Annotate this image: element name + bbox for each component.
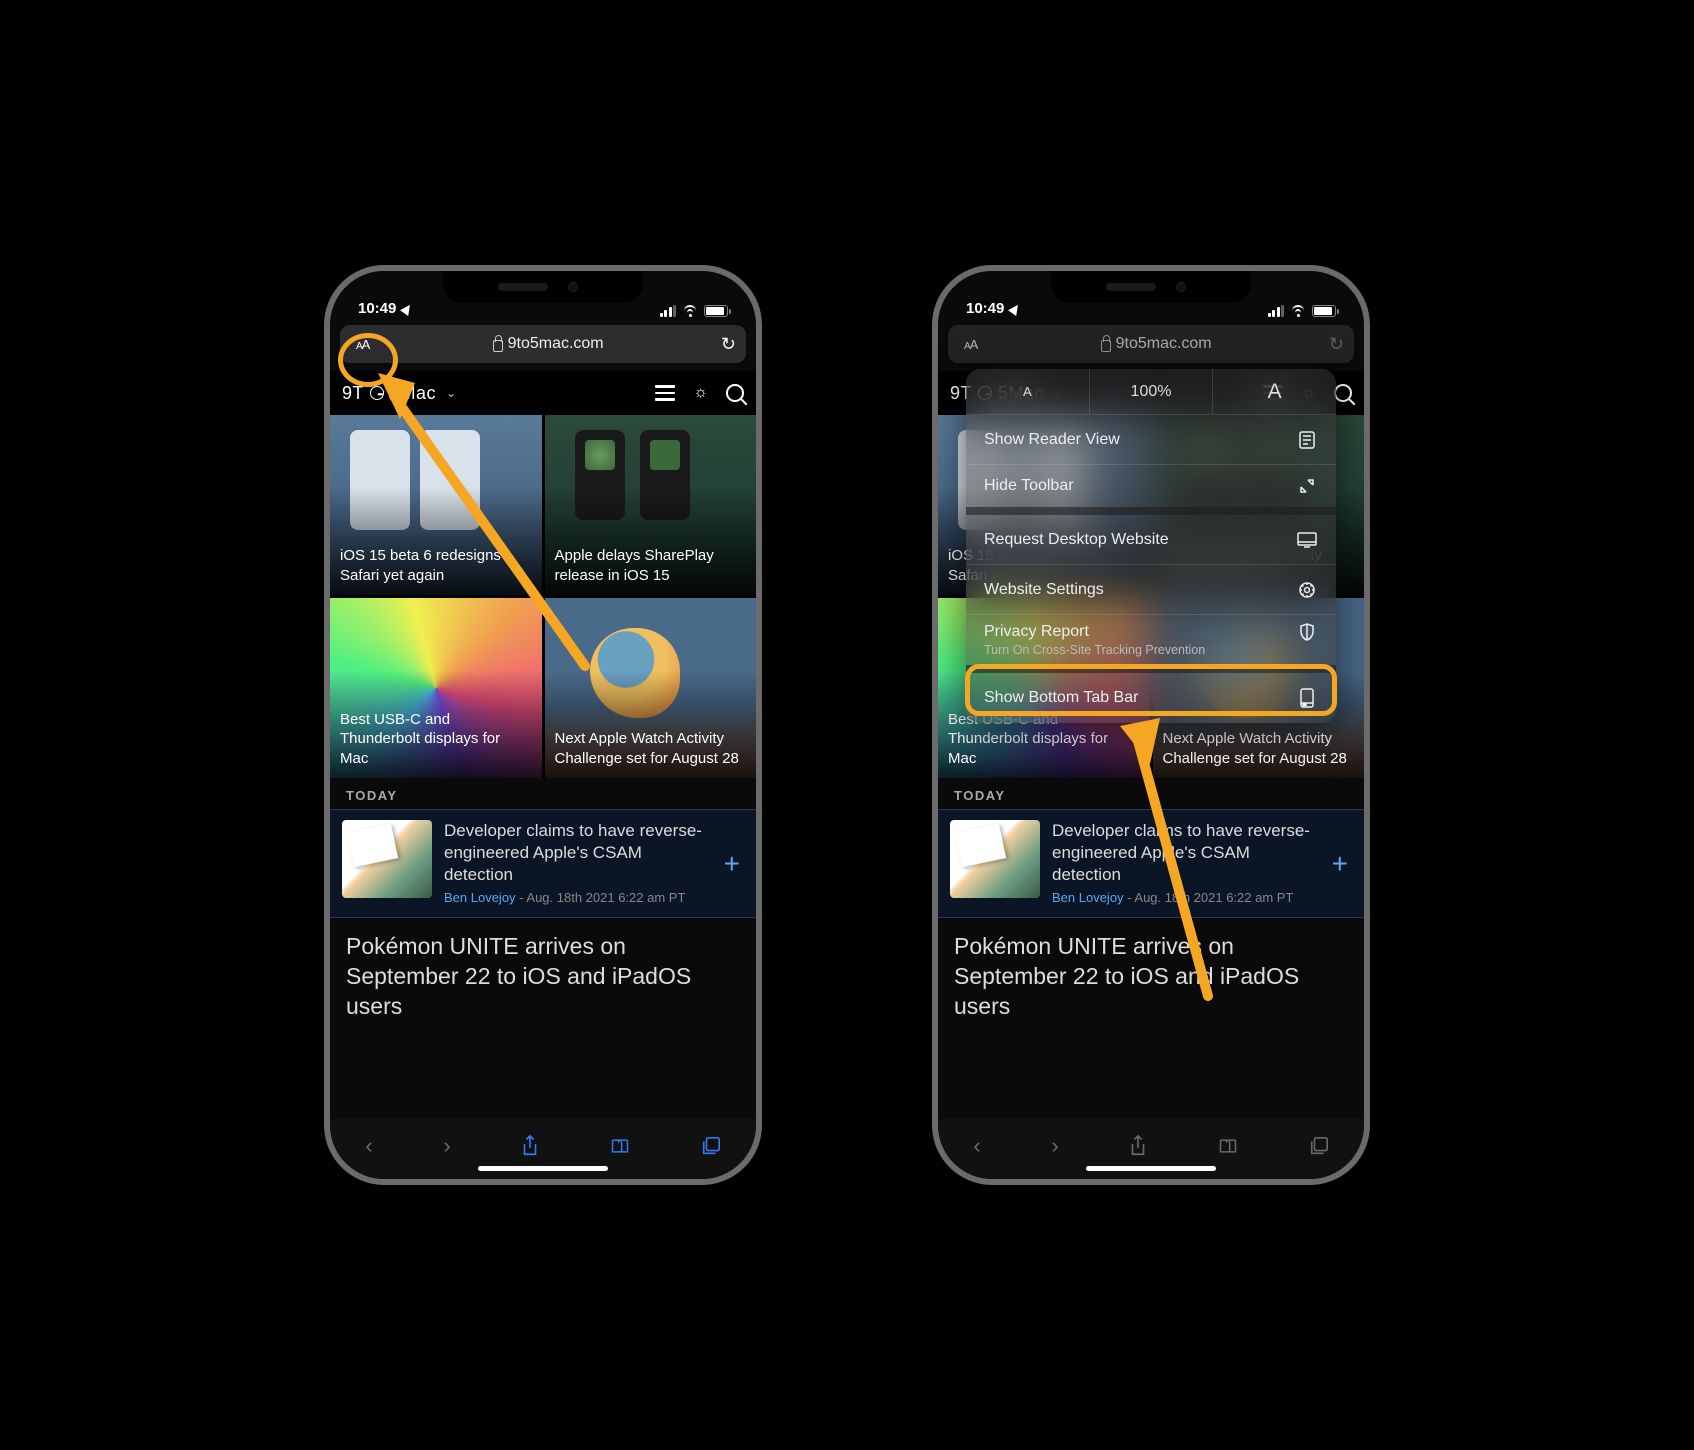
location-icon [1008, 302, 1022, 316]
tabs-icon[interactable] [701, 1136, 721, 1156]
share-icon[interactable] [521, 1135, 539, 1157]
hide-toolbar-row[interactable]: Hide Toolbar [966, 465, 1336, 515]
website-settings-row[interactable]: Website Settings [966, 565, 1336, 615]
cellular-icon [1268, 305, 1285, 317]
menu-icon[interactable] [655, 385, 675, 401]
bookmarks-icon[interactable] [1218, 1136, 1238, 1156]
status-time: 10:49 [966, 300, 1004, 317]
author-link[interactable]: Ben Lovejoy [444, 890, 516, 905]
chevron-down-icon: ⌄ [446, 386, 457, 400]
today-header: TODAY [330, 778, 756, 809]
story-thumbnail [950, 820, 1040, 898]
article-grid: iOS 15 beta 6 redesigns Safari yet again… [330, 415, 756, 778]
expand-icon[interactable]: + [1328, 848, 1352, 880]
author-link[interactable]: Ben Lovejoy [1052, 890, 1124, 905]
url-text[interactable]: 9to5mac.com [381, 335, 715, 353]
zoom-in-button[interactable]: A [1213, 369, 1336, 414]
battery-icon [704, 305, 728, 317]
big-story[interactable]: Pokémon UNITE arrives on September 22 to… [938, 918, 1364, 1022]
zoom-out-button[interactable]: A [966, 369, 1090, 414]
lock-icon [1101, 340, 1111, 352]
gear-icon [1296, 581, 1318, 599]
status-time: 10:49 [358, 300, 396, 317]
lock-icon [493, 340, 503, 352]
article-tile[interactable]: iOS 15 beta 6 redesigns Safari yet again [330, 415, 542, 595]
reload-icon[interactable]: ↻ [721, 334, 736, 355]
screen: 10:49 AA 9to5mac.com ↻ 9T5Mac⌄ [938, 271, 1364, 1179]
desktop-icon [1296, 532, 1318, 548]
article-tile[interactable]: Apple delays SharePlay release in iOS 15 [545, 415, 757, 595]
bottom-tab-bar-row[interactable]: Show Bottom Tab Bar [966, 673, 1336, 723]
aa-popover: A 100% A Show Reader View Hide Toolbar R… [966, 369, 1336, 723]
expand-arrows-icon [1296, 478, 1318, 494]
search-icon[interactable] [1334, 384, 1352, 402]
iphone-frame-right: 10:49 AA 9to5mac.com ↻ 9T5Mac⌄ [932, 265, 1370, 1185]
featured-story[interactable]: Developer claims to have reverse-enginee… [938, 809, 1364, 918]
story-byline: Ben Lovejoy - Aug. 18th 2021 6:22 am PT [444, 890, 708, 907]
shield-icon [1296, 623, 1318, 641]
aa-button[interactable]: AA [350, 333, 375, 356]
phone-bottom-icon [1296, 688, 1318, 708]
brightness-icon[interactable]: ☼ [693, 384, 708, 402]
screen: 10:49 AA 9to5mac.com ↻ 9T5Mac⌄ [330, 271, 756, 1179]
cellular-icon [660, 305, 677, 317]
reload-icon[interactable]: ↻ [1329, 334, 1344, 355]
today-header: TODAY [938, 778, 1364, 809]
desktop-site-row[interactable]: Request Desktop Website [966, 515, 1336, 565]
big-story[interactable]: Pokémon UNITE arrives on September 22 to… [330, 918, 756, 1022]
notch [1051, 271, 1251, 303]
story-headline: Developer claims to have reverse-enginee… [444, 820, 708, 886]
aa-button[interactable]: AA [958, 333, 983, 356]
bookmarks-icon[interactable] [610, 1136, 630, 1156]
reader-view-row[interactable]: Show Reader View [966, 415, 1336, 465]
zoom-level[interactable]: 100% [1090, 369, 1214, 414]
url-text[interactable]: 9to5mac.com [989, 335, 1323, 353]
expand-icon[interactable]: + [720, 848, 744, 880]
url-bar[interactable]: AA 9to5mac.com ↻ [340, 325, 746, 363]
notch [443, 271, 643, 303]
privacy-report-row[interactable]: Privacy Report Turn On Cross-Site Tracki… [966, 615, 1336, 673]
article-tile[interactable]: Best USB-C and Thunderbolt displays for … [330, 598, 542, 778]
article-tile[interactable]: Next Apple Watch Activity Challenge set … [545, 598, 757, 778]
back-button[interactable]: ‹ [973, 1133, 980, 1159]
url-bar[interactable]: AA 9to5mac.com ↻ [948, 325, 1354, 363]
location-icon [400, 302, 414, 316]
search-icon[interactable] [726, 384, 744, 402]
battery-icon [1312, 305, 1336, 317]
reader-icon [1296, 431, 1318, 449]
share-icon[interactable] [1129, 1135, 1147, 1157]
story-thumbnail [342, 820, 432, 898]
home-indicator[interactable] [478, 1166, 608, 1171]
featured-story[interactable]: Developer claims to have reverse-enginee… [330, 809, 756, 918]
back-button[interactable]: ‹ [365, 1133, 372, 1159]
story-byline: Ben Lovejoy - Aug. 18th 2021 6:22 am PT [1052, 890, 1316, 907]
wifi-icon [682, 305, 698, 317]
home-indicator[interactable] [1086, 1166, 1216, 1171]
iphone-frame-left: 10:49 AA 9to5mac.com ↻ 9T5Mac⌄ [324, 265, 762, 1185]
forward-button[interactable]: › [1051, 1133, 1058, 1159]
wifi-icon [1290, 305, 1306, 317]
site-header: 9T5Mac⌄ ☼ [330, 371, 756, 415]
site-logo[interactable]: 9T5Mac⌄ [342, 383, 457, 404]
story-headline: Developer claims to have reverse-enginee… [1052, 820, 1316, 886]
tabs-icon[interactable] [1309, 1136, 1329, 1156]
privacy-subtext: Turn On Cross-Site Tracking Prevention [984, 643, 1318, 657]
forward-button[interactable]: › [443, 1133, 450, 1159]
